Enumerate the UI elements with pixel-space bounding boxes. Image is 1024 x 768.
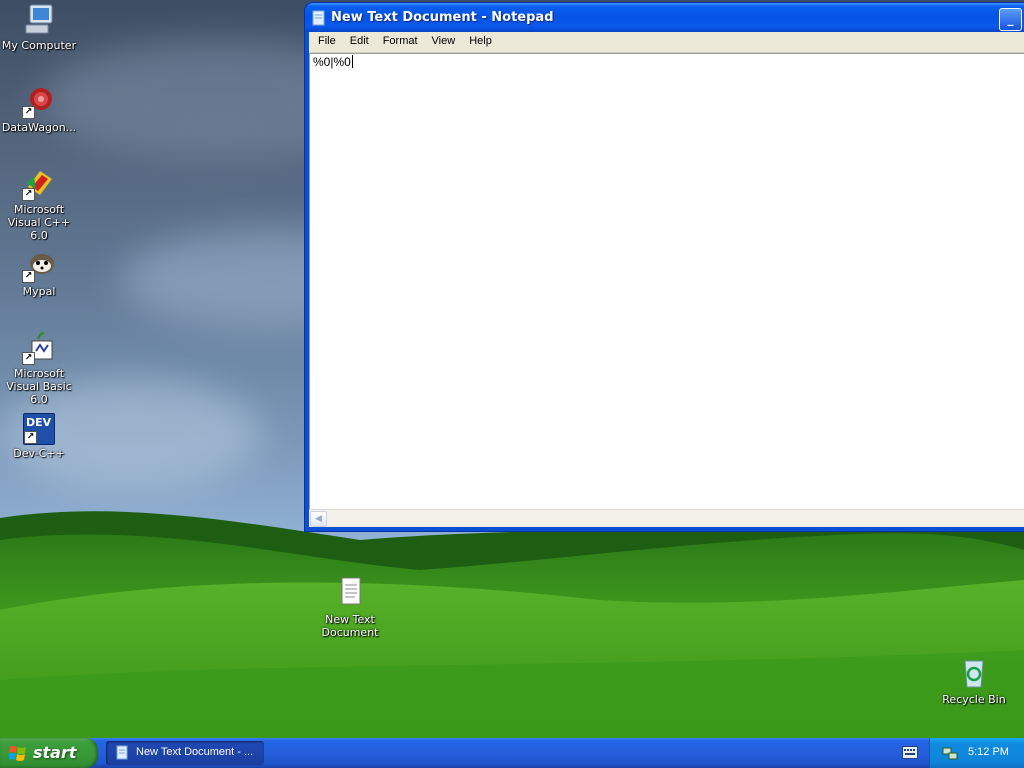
datawagon-icon: ↗ [22,85,56,119]
dev-badge: DEV [26,416,52,429]
taskbar: start New Text Document - ... 5:12 PM [0,738,1024,768]
shortcut-arrow-icon: ↗ [22,270,35,283]
shortcut-arrow-icon: ↗ [24,431,37,444]
desktop-icon-label: DataWagon... [1,121,77,134]
desktop-icon-label: Dev-C++ [13,447,65,460]
menu-file[interactable]: File [311,32,343,52]
desktop-icon-label: New Text Document [321,613,379,639]
grass-hills [0,511,1024,738]
desktop-icon-visual-cpp[interactable]: ↗ Microsoft Visual C++ 6.0 [0,167,78,242]
desktop-icon-recycle-bin[interactable]: Recycle Bin [935,657,1013,706]
minimize-button[interactable]: _ [999,8,1022,31]
shortcut-arrow-icon: ↗ [22,352,35,365]
mypal-icon: ↗ [22,249,56,283]
notepad-window[interactable]: New Text Document - Notepad _ File Edit … [305,3,1024,531]
clock[interactable]: 5:12 PM [968,746,1009,758]
visual-cpp-icon: ↗ [22,167,56,201]
horizontal-scrollbar[interactable]: ◀ [309,509,1024,527]
desktop-icon-mypal[interactable]: ↗ Mypal [0,249,78,298]
text-caret [351,55,353,68]
desktop-icon-new-text-document[interactable]: New Text Document [311,577,389,639]
shortcut-arrow-icon: ↗ [22,106,35,119]
visual-basic-icon: ↗ [22,331,56,365]
scroll-left-icon[interactable]: ◀ [310,511,327,527]
shortcut-arrow-icon: ↗ [22,188,35,201]
my-computer-icon [22,3,56,37]
title-bar[interactable]: New Text Document - Notepad _ [305,3,1024,32]
notepad-client: File Edit Format View Help %0|%0 ◀ [309,32,1024,527]
desktop-icon-label: Microsoft Visual Basic 6.0 [6,367,72,406]
keyboard-icon[interactable] [902,746,918,759]
desktop-icon-dev-cpp[interactable]: DEV ↗ Dev-C++ [0,413,78,460]
desktop-icon-label: Microsoft Visual C++ 6.0 [7,203,71,242]
menu-help[interactable]: Help [462,32,499,52]
desktop-icon-my-computer[interactable]: My Computer [0,3,78,52]
dev-cpp-icon: DEV ↗ [23,413,55,445]
system-tray: 5:12 PM [929,738,1024,768]
menu-view[interactable]: View [425,32,463,52]
notepad-icon [116,745,129,760]
text-edit-area[interactable]: %0|%0 [309,53,1024,509]
windows-logo-icon [8,744,27,762]
desktop-icon-label: My Computer [1,39,77,52]
network-icon[interactable] [942,745,958,761]
notepad-icon [312,10,326,26]
start-label: start [33,743,77,762]
desktop-icon-label: Recycle Bin [942,693,1006,706]
menu-format[interactable]: Format [376,32,425,52]
menu-edit[interactable]: Edit [343,32,376,52]
start-button[interactable]: start [0,738,98,768]
taskbar-button-label: New Text Document - ... [136,746,254,758]
recycle-bin-icon [957,657,991,691]
document-text: %0|%0 [313,55,351,69]
desktop-icon-datawagon[interactable]: ↗ DataWagon... [0,85,78,134]
text-document-icon [333,577,367,611]
menu-bar: File Edit Format View Help [309,32,1024,53]
taskbar-button-notepad[interactable]: New Text Document - ... [106,741,264,765]
window-title: New Text Document - Notepad [331,10,554,25]
desktop-icon-visual-basic[interactable]: ↗ Microsoft Visual Basic 6.0 [0,331,78,406]
desktop-icon-label: Mypal [22,285,56,298]
